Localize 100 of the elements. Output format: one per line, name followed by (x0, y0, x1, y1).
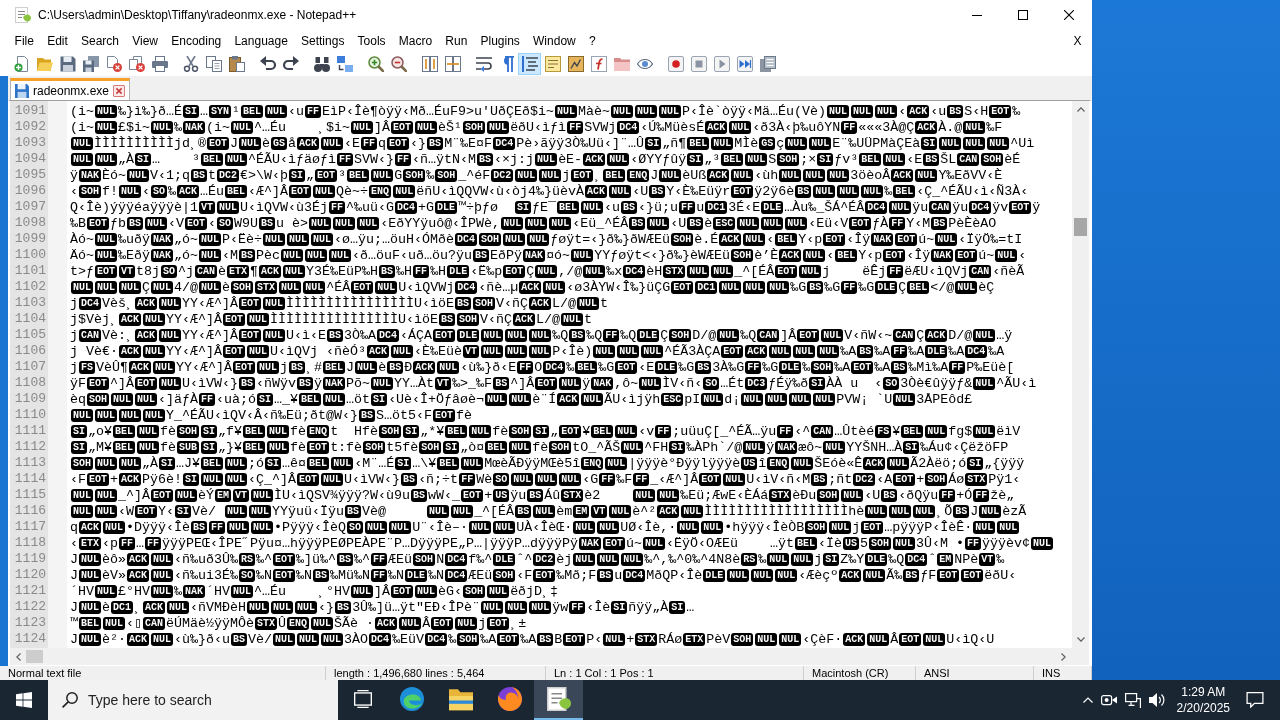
control-char: ENQ (307, 424, 330, 438)
network-icon[interactable] (1124, 692, 1141, 708)
line-number: 1117 (13, 519, 47, 535)
line-number: 1093 (13, 135, 47, 151)
code-text: Vè/ (192, 503, 218, 519)
code-text: è’È (754, 247, 779, 263)
code-text: fè (290, 423, 307, 439)
control-char: NUL (893, 392, 916, 406)
code-text: ‹F (70, 471, 86, 487)
code-text: fè (532, 439, 549, 455)
menu-item[interactable]: Run (438, 31, 474, 50)
scroll-down-icon[interactable] (1076, 637, 1085, 642)
control-char: BEL (445, 424, 468, 438)
code-text: … (200, 103, 209, 119)
menu-item[interactable]: Settings (294, 31, 351, 50)
control-char: NUL (305, 248, 328, 262)
code-text: èUß (682, 167, 707, 183)
control-char: SI (183, 472, 200, 486)
menu-item[interactable]: Edit (40, 31, 75, 50)
control-char: BS (427, 136, 444, 150)
chevron-up-icon[interactable] (1082, 697, 1093, 703)
menu-item[interactable]: Encoding (164, 31, 228, 50)
clock[interactable]: 1:29 AM 2/20/2025 (1168, 684, 1238, 716)
scroll-up-icon[interactable] (1076, 107, 1085, 112)
control-char: DC4 (377, 328, 400, 342)
tab-close-icon[interactable] (113, 84, 126, 97)
control-char: ACK (177, 184, 200, 198)
control-char: SI (687, 152, 704, 166)
code-text: …Àu‰_ŠÁ^ÉÂ (784, 199, 865, 215)
scrollbar-thumb[interactable] (1074, 218, 1087, 236)
menu-item[interactable]: ? (582, 31, 603, 50)
search-field[interactable]: Type here to search (48, 680, 338, 720)
control-char: NUL (955, 280, 978, 294)
control-char: BEL (201, 456, 224, 470)
menu-item[interactable]: File (8, 31, 41, 50)
notification-icon[interactable] (1246, 692, 1264, 708)
control-char: NUL (535, 152, 558, 166)
control-char: ENQ (581, 456, 604, 470)
code-text: èzÃ (1002, 503, 1027, 519)
control-char: ACK (367, 344, 390, 358)
control-char: NUL (813, 184, 836, 198)
code-text: S…öt5‹F (376, 407, 433, 423)
control-char: NUL (199, 280, 222, 294)
vertical-scrollbar[interactable] (1072, 101, 1089, 648)
control-char: NUL (323, 392, 346, 406)
menu-item[interactable]: Plugins (473, 31, 527, 50)
code-text: V‹ñÇ (480, 311, 513, 327)
volume-icon[interactable] (1148, 692, 1165, 708)
control-char: SOH (231, 280, 254, 294)
close-document-button[interactable]: X (1066, 31, 1088, 50)
code-text: ¹ (232, 103, 241, 119)
menu-item[interactable]: Macro (392, 31, 439, 50)
scroll-left-icon[interactable] (16, 652, 21, 661)
code-text: S (768, 151, 777, 167)
scroll-right-icon[interactable] (1061, 652, 1066, 661)
code-text: žè„ (990, 487, 1015, 503)
menu-item[interactable]: View (125, 31, 165, 50)
control-char: NUL (767, 552, 790, 566)
scrollbar-thumb[interactable] (26, 650, 43, 663)
control-char: EOT (797, 328, 820, 342)
floppy-disks-icon (82, 55, 99, 72)
control-char: ACK (843, 632, 866, 646)
control-char: BEL (591, 424, 614, 438)
control-char: EOT (433, 328, 456, 342)
control-char: NUL (543, 280, 566, 294)
control-char: NUL (225, 456, 248, 470)
code-text: ^…Éu ¸$i~ (254, 119, 351, 135)
code-text: ‹M¨…É (354, 455, 395, 471)
control-char: BS (313, 568, 330, 582)
code-text: ‹ñè…µ (478, 279, 519, 295)
control-char: ACK (119, 312, 141, 326)
taskbar-button[interactable] (534, 680, 583, 720)
menu-item[interactable]: Tools (350, 31, 393, 50)
code-text: ]Â (374, 583, 391, 599)
menu-item[interactable]: Window (526, 31, 583, 50)
toolbar-button[interactable] (518, 52, 541, 75)
code-text: U‹ìV‹ñ‹M (746, 471, 811, 487)
code-text: …Ûtèé (834, 423, 875, 439)
code-text: j (814, 551, 823, 567)
control-char: ACK (839, 568, 862, 582)
control-char: NUL (533, 504, 556, 518)
code-text: Vè@ (362, 503, 388, 519)
code-text: G (394, 167, 403, 183)
control-char: NUL (95, 504, 118, 518)
menu-item[interactable]: Search (74, 31, 126, 50)
control-char: NUL (677, 520, 700, 534)
code-text: Ç (142, 279, 151, 295)
code-text: ‹Eü_^ÉÂ (572, 215, 629, 231)
horizontal-scrollbar[interactable] (10, 648, 1072, 665)
menu-item[interactable]: Language (227, 31, 295, 50)
code-text: ÿw (552, 599, 569, 615)
code-text: ‰F (616, 471, 633, 487)
file-tab[interactable]: radeonmx.exe (10, 78, 131, 100)
control-char: NUL (793, 344, 816, 358)
camera-icon[interactable] (1100, 692, 1117, 708)
control-char: NUL (963, 120, 986, 134)
code-text: J (70, 631, 78, 647)
control-char: NUL (137, 440, 160, 454)
code-text: …_¥ (274, 391, 299, 407)
code-text: t Hfè (330, 423, 379, 439)
